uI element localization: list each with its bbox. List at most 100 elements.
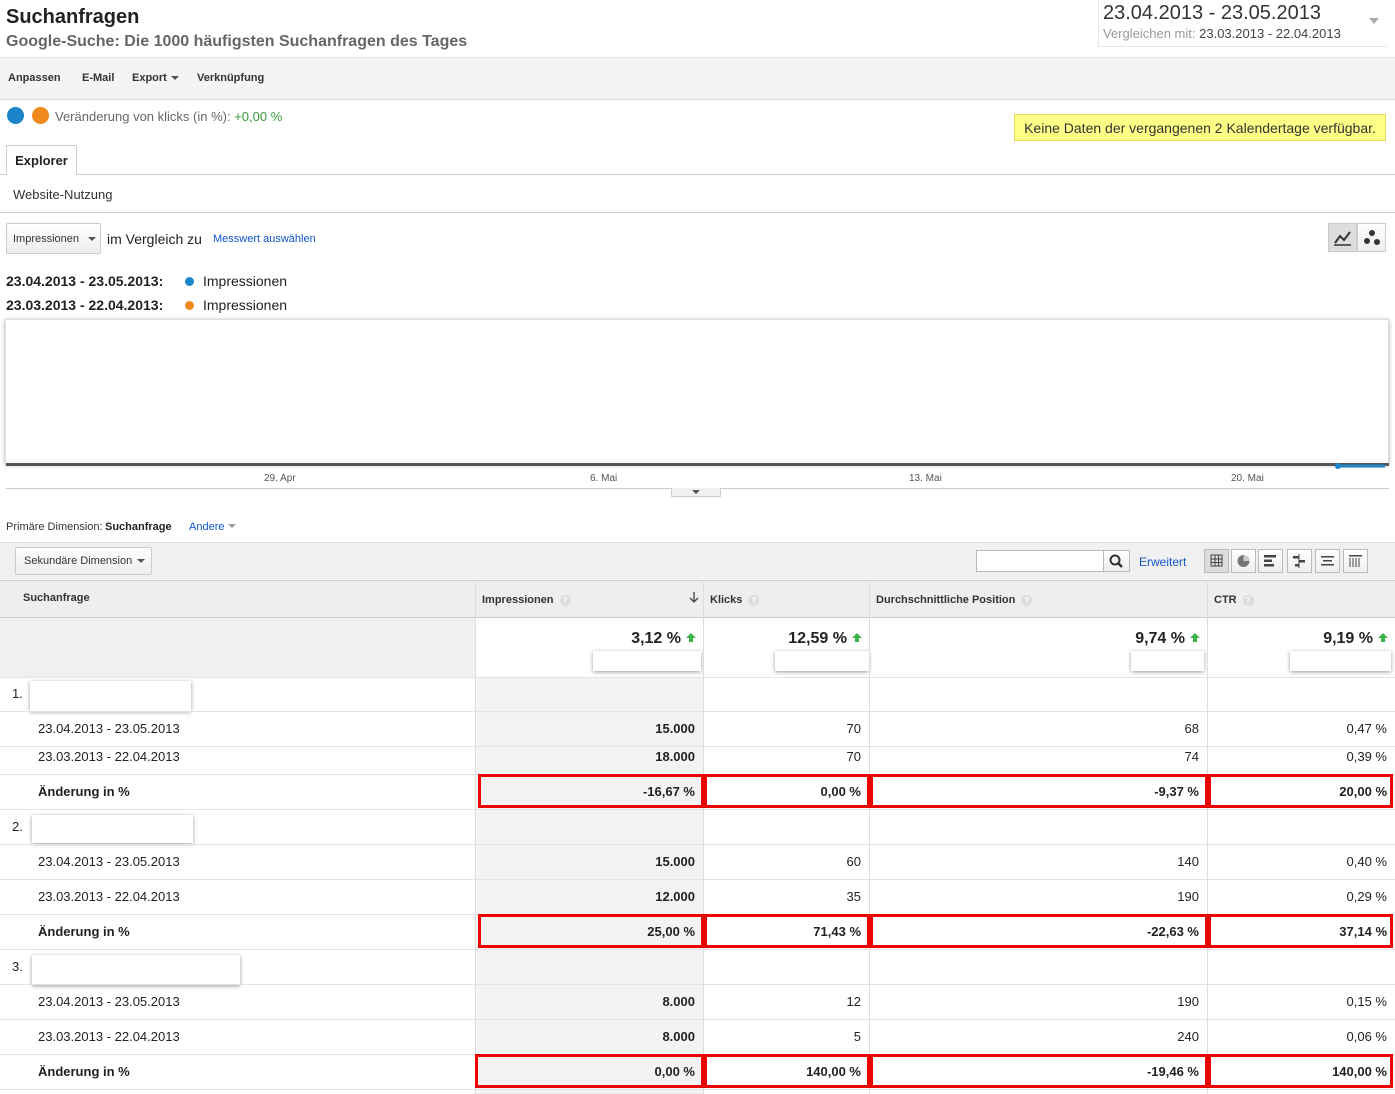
row-label: 23.04.2013 - 23.05.2013 <box>38 721 180 736</box>
row-label: 23.04.2013 - 23.05.2013 <box>38 994 180 1009</box>
redacted-query[interactable] <box>30 681 191 711</box>
help-icon[interactable]: ? <box>559 594 571 606</box>
cell-ctr-change: 140,00 % <box>1332 1064 1387 1079</box>
chevron-down-icon <box>137 559 145 563</box>
total-ctr-value: 9,19 % <box>1323 630 1373 647</box>
metric-dropdown[interactable]: Impressionen <box>6 223 101 254</box>
pivot-view-button[interactable] <box>1343 549 1368 573</box>
arrow-up-icon <box>686 633 696 643</box>
cell-ctr-change: 37,14 % <box>1339 924 1387 939</box>
sort-arrow-down-icon[interactable] <box>688 591 700 605</box>
term-cloud-button[interactable] <box>1315 549 1340 573</box>
tab-divider <box>0 174 1395 175</box>
date-range-picker[interactable]: 23.04.2013 - 23.05.2013 Vergleichen mit:… <box>1098 0 1387 47</box>
help-icon[interactable]: ? <box>1021 594 1033 606</box>
cell-impressions: 12.000 <box>655 889 695 904</box>
collapse-chart-handle[interactable] <box>671 488 721 497</box>
col-header-impressions-label: Impressionen <box>482 594 554 606</box>
segment-current-icon[interactable] <box>7 107 24 124</box>
column-divider <box>475 580 476 1094</box>
cell-avg-position: 74 <box>1184 749 1199 764</box>
cell-clicks: 70 <box>846 749 861 764</box>
redacted-block <box>775 651 869 671</box>
total-ctr: 9,19 % <box>1208 630 1388 648</box>
row-divider <box>0 809 1395 810</box>
cell-ctr: 0,39 % <box>1346 749 1387 764</box>
row-label-change: Änderung in % <box>38 1064 130 1079</box>
chevron-down-icon <box>692 490 700 494</box>
cell-ctr: 0,47 % <box>1346 721 1387 736</box>
col-header-ctr[interactable]: CTR? <box>1214 594 1254 606</box>
advanced-filter-link[interactable]: Erweitert <box>1139 555 1186 569</box>
x-tick-label: 20. Mai <box>1231 473 1264 484</box>
redacted-query[interactable] <box>32 955 240 985</box>
search-button[interactable] <box>1103 550 1130 572</box>
cell-clicks-change: 71,43 % <box>813 924 861 939</box>
row-label-change: Änderung in % <box>38 784 130 799</box>
chevron-down-icon <box>170 76 179 81</box>
total-avg-position-value: 9,74 % <box>1135 630 1185 647</box>
chevron-down-icon <box>227 524 236 528</box>
col-header-impressions[interactable]: Impressionen? <box>482 594 571 606</box>
export-label: Export <box>132 72 167 84</box>
segment-previous-icon[interactable] <box>32 107 49 124</box>
row-rank: 3. <box>12 959 23 974</box>
secondary-dimension-dropdown[interactable]: Sekundäre Dimension <box>15 547 152 575</box>
row-divider <box>0 844 1395 845</box>
cell-avg-position-change: -9,37 % <box>1154 784 1199 799</box>
dimension-query[interactable]: Suchanfrage <box>105 521 172 533</box>
subtab-site-usage[interactable]: Website-Nutzung <box>13 187 112 202</box>
customize-button[interactable]: Anpassen <box>8 72 61 84</box>
term-cloud-icon <box>1321 556 1334 566</box>
cell-avg-position: 140 <box>1177 854 1199 869</box>
motion-chart-button[interactable] <box>1357 223 1386 252</box>
dimension-other-label: Andere <box>189 521 225 533</box>
email-button[interactable]: E-Mail <box>82 72 114 84</box>
legend-label-previous: Impressionen <box>203 297 288 313</box>
table-search-input[interactable] <box>976 550 1104 572</box>
totals-label-cell <box>0 618 476 677</box>
cell-impressions-change: 25,00 % <box>647 924 695 939</box>
redacted-block <box>593 651 701 671</box>
cell-impressions: 15.000 <box>655 854 695 869</box>
chevron-down-icon[interactable] <box>1369 18 1379 24</box>
report-toolbar: Anpassen E-Mail Export Verknüpfung <box>0 57 1395 100</box>
page-title: Suchanfragen <box>6 6 140 28</box>
col-header-avg-position[interactable]: Durchschnittliche Position? <box>876 594 1033 606</box>
help-icon[interactable]: ? <box>1242 594 1254 606</box>
row-label: 23.03.2013 - 22.04.2013 <box>38 1029 180 1044</box>
total-clicks: 12,59 % <box>704 630 862 648</box>
tab-explorer[interactable]: Explorer <box>6 145 77 175</box>
cell-avg-position-change: -22,63 % <box>1146 924 1199 939</box>
comparison-view-button[interactable] <box>1287 549 1312 573</box>
row-label: 23.03.2013 - 22.04.2013 <box>38 889 180 904</box>
col-header-query[interactable]: Suchanfrage <box>23 592 90 604</box>
dimension-other-link[interactable]: Andere <box>189 521 236 533</box>
pie-view-button[interactable] <box>1231 549 1256 573</box>
x-tick-label: 6. Mai <box>590 473 618 484</box>
cell-avg-position: 68 <box>1184 721 1199 736</box>
metric-dropdown-value: Impressionen <box>13 233 80 245</box>
performance-view-button[interactable] <box>1258 549 1283 573</box>
cell-impressions: 8.000 <box>662 1029 695 1044</box>
chart-baseline <box>6 463 1389 466</box>
bubble-chart-icon <box>1364 230 1380 245</box>
export-button[interactable]: Export <box>132 72 179 84</box>
table-view-icon <box>1210 554 1223 567</box>
shortcut-button[interactable]: Verknüpfung <box>197 72 264 84</box>
pie-view-icon <box>1237 555 1250 567</box>
cell-clicks: 35 <box>846 889 861 904</box>
line-chart-icon <box>1334 231 1351 246</box>
redacted-query[interactable] <box>32 815 193 843</box>
cell-clicks: 12 <box>846 994 861 1009</box>
select-metric-link[interactable]: Messwert auswählen <box>213 233 316 245</box>
line-chart-button[interactable] <box>1328 223 1357 252</box>
col-header-avg-position-label: Durchschnittliche Position <box>876 594 1016 606</box>
chart-area[interactable] <box>5 319 1389 464</box>
col-header-clicks[interactable]: Klicks? <box>710 594 760 606</box>
secondary-dimension-label: Sekundäre Dimension <box>24 555 133 567</box>
column-divider <box>1207 580 1208 1094</box>
table-view-button[interactable] <box>1204 549 1229 573</box>
help-icon[interactable]: ? <box>748 594 760 606</box>
legend-label-current: Impressionen <box>203 273 288 289</box>
